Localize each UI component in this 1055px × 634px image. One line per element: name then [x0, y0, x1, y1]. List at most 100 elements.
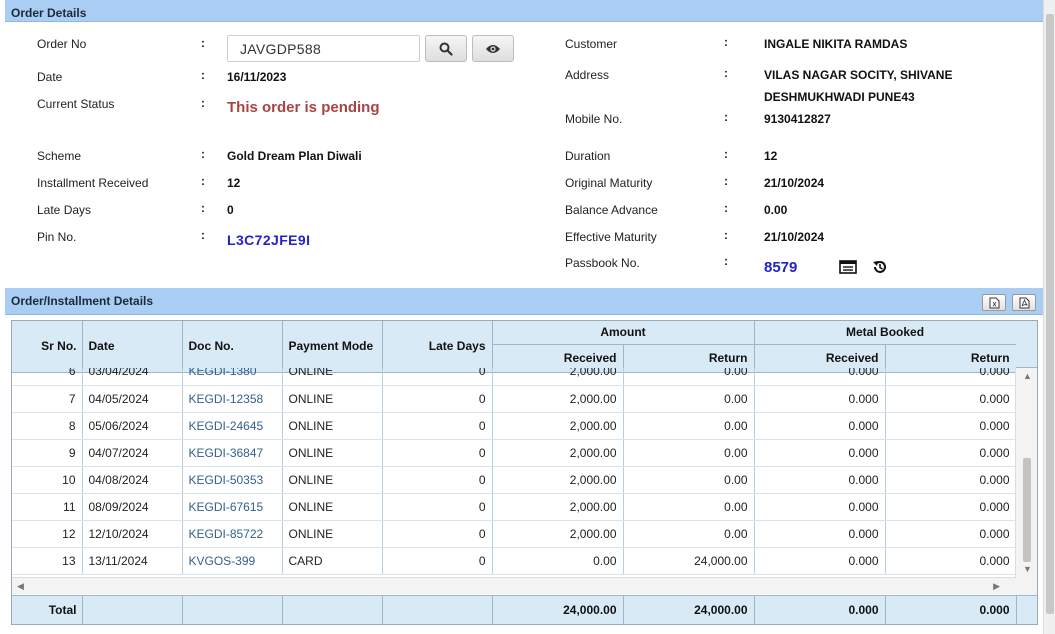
late-days-cell: 0 — [382, 412, 493, 440]
metal-received-cell: 0.000 — [754, 493, 886, 521]
duration-value: 12 — [764, 149, 778, 163]
page-vertical-scrollbar[interactable] — [1043, 0, 1055, 634]
order-no-input[interactable]: JAVGDP588 — [227, 35, 420, 62]
table-row[interactable]: 12 12/10/2024 KEGDI-85722 ONLINE 0 2,000.00 0.… — [12, 520, 1016, 548]
address-line2: DESHMUKHWADI PUNE43 — [764, 90, 915, 104]
grid-horizontal-scrollbar[interactable]: ◀ ▶ — [12, 577, 1016, 594]
col-date[interactable]: Date — [82, 321, 183, 373]
metal-received-cell: 0.000 — [754, 412, 886, 440]
payment-mode-cell: ONLINE — [282, 412, 383, 440]
amount-return-cell: 0.00 — [623, 412, 755, 440]
colon: : — [724, 201, 728, 215]
scroll-up-arrow[interactable]: ▲ — [1023, 371, 1032, 381]
address-label: Address — [565, 68, 610, 82]
table-row[interactable]: 9 04/07/2024 KEGDI-36847 ONLINE 0 2,000.00 0.0… — [12, 439, 1016, 467]
colon: : — [724, 174, 728, 188]
duration-label: Duration — [565, 149, 611, 163]
amount-received-cell: 2,000.00 — [492, 439, 624, 467]
metal-received-cell: 0.000 — [754, 520, 886, 548]
amount-received-cell: 2,000.00 — [492, 493, 624, 521]
page-scroll-thumb[interactable] — [1046, 14, 1054, 614]
table-row[interactable]: 13 13/11/2024 KVGOS-399 CARD 0 0.00 24,000.00 0… — [12, 547, 1016, 575]
col-late-days[interactable]: Late Days — [382, 321, 493, 373]
amount-received-cell: 2,000.00 — [492, 385, 624, 413]
col-sr-no[interactable]: Sr No. — [12, 321, 83, 373]
table-row[interactable]: 8 05/06/2024 KEGDI-24645 ONLINE 0 2,000.00 0.0… — [12, 412, 1016, 440]
date-cell: 12/10/2024 — [82, 520, 183, 548]
colon: : — [201, 36, 205, 50]
scroll-right-arrow[interactable]: ▶ — [993, 581, 1000, 592]
sr-no-cell: 12 — [12, 520, 83, 548]
table-row[interactable]: 10 04/08/2024 KEGDI-50353 ONLINE 0 2,000.00 0.… — [12, 466, 1016, 494]
doc-no-link[interactable]: KVGOS-399 — [182, 547, 283, 575]
total-empty-cell — [282, 596, 383, 624]
export-excel-button[interactable]: X — [982, 294, 1006, 311]
grid-vertical-scrollbar[interactable]: ▲ ▼ — [1015, 368, 1037, 577]
col-doc-no[interactable]: Doc No. — [182, 321, 283, 373]
history-button[interactable] — [872, 259, 888, 278]
late-days-cell: 0 — [382, 368, 493, 386]
total-label: Total — [12, 596, 83, 624]
colon: : — [201, 68, 205, 82]
svg-text:X: X — [992, 302, 996, 308]
colon: : — [201, 174, 205, 188]
date-cell: 05/06/2024 — [82, 412, 183, 440]
table-row[interactable]: 7 04/05/2024 KEGDI-12358 ONLINE 0 2,000.00 0.0… — [12, 385, 1016, 413]
doc-no-link[interactable]: KEGDI-36847 — [182, 439, 283, 467]
late-days-label: Late Days — [37, 203, 92, 217]
colon: : — [201, 201, 205, 215]
amount-received-cell: 2,000.00 — [492, 412, 624, 440]
balance-advance-value: 0.00 — [764, 203, 788, 217]
grid-body-viewport[interactable]: 6 03/04/2024 KEGDI-1380 ONLINE 0 2,000.00 0.00… — [12, 368, 1016, 577]
late-days-cell: 0 — [382, 385, 493, 413]
colon: : — [201, 96, 205, 110]
table-row[interactable]: 11 08/09/2024 KEGDI-67615 ONLINE 0 2,000.00 0.… — [12, 493, 1016, 521]
payment-mode-cell: ONLINE — [282, 493, 383, 521]
search-button[interactable] — [425, 35, 467, 62]
doc-no-link[interactable]: KEGDI-85722 — [182, 520, 283, 548]
payment-mode-cell: ONLINE — [282, 385, 383, 413]
scroll-left-arrow[interactable]: ◀ — [17, 581, 24, 592]
total-amount-received: 24,000.00 — [492, 596, 624, 624]
effective-maturity-value: 21/10/2024 — [764, 230, 825, 244]
table-row[interactable]: 6 03/04/2024 KEGDI-1380 ONLINE 0 2,000.00 0.00… — [12, 368, 1016, 386]
view-button[interactable] — [472, 35, 514, 62]
passbook-card-button[interactable] — [839, 260, 857, 277]
colon: : — [724, 66, 728, 80]
col-payment-mode[interactable]: Payment Mode — [282, 321, 383, 373]
payment-mode-cell: ONLINE — [282, 439, 383, 467]
scroll-down-arrow[interactable]: ▼ — [1023, 564, 1032, 574]
metal-received-cell: 0.000 — [754, 466, 886, 494]
metal-return-cell: 0.000 — [885, 520, 1016, 548]
original-maturity-value: 21/10/2024 — [764, 176, 825, 190]
customer-label: Customer — [565, 37, 618, 51]
doc-no-link[interactable]: KEGDI-1380 — [182, 368, 283, 386]
grid-header: Sr No. Date Doc No. Payment Mode Late Da… — [12, 321, 1017, 373]
amount-return-cell: 0.00 — [623, 368, 755, 386]
total-empty-cell — [182, 596, 283, 624]
sr-no-cell: 7 — [12, 385, 83, 413]
installment-received-value: 12 — [227, 176, 241, 190]
amount-received-cell: 2,000.00 — [492, 466, 624, 494]
date-cell: 03/04/2024 — [82, 368, 183, 386]
metal-return-cell: 0.000 — [885, 412, 1016, 440]
late-days-cell: 0 — [382, 466, 493, 494]
late-days-cell: 0 — [382, 493, 493, 521]
metal-return-cell: 0.000 — [885, 466, 1016, 494]
total-empty-cell — [82, 596, 183, 624]
current-status-label: Current Status — [37, 97, 115, 111]
doc-no-link[interactable]: KEGDI-24645 — [182, 412, 283, 440]
payment-mode-cell: CARD — [282, 547, 383, 575]
doc-no-link[interactable]: KEGDI-12358 — [182, 385, 283, 413]
balance-advance-label: Balance Advance — [565, 203, 658, 217]
export-pdf-button[interactable] — [1012, 294, 1036, 311]
total-empty-cell — [382, 596, 493, 624]
doc-no-link[interactable]: KEGDI-50353 — [182, 466, 283, 494]
metal-return-cell: 0.000 — [885, 385, 1016, 413]
grid-footer: Total 24,000.00 24,000.00 0.000 0.000 — [12, 595, 1037, 624]
doc-no-link[interactable]: KEGDI-67615 — [182, 493, 283, 521]
status-pending-text: This order is pending — [227, 99, 380, 116]
pin-no-value: L3C72JFE9I — [227, 232, 311, 248]
date-cell: 04/05/2024 — [82, 385, 183, 413]
scroll-thumb[interactable] — [1023, 458, 1031, 562]
